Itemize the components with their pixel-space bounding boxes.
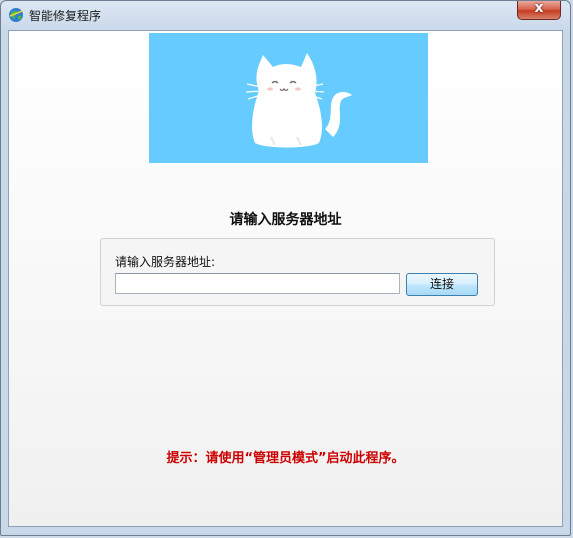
banner-image <box>149 33 428 163</box>
close-button[interactable]: x <box>517 0 561 20</box>
app-globe-icon <box>8 7 24 23</box>
server-address-label: 请输入服务器地址: <box>115 255 216 269</box>
client-area: 请输入服务器地址 请输入服务器地址: 连接 提示：请使用“管理员模式”启动此程序… <box>8 30 563 527</box>
title-bar[interactable]: 智能修复程序 x <box>1 0 570 30</box>
server-group-box: 请输入服务器地址: 连接 <box>100 238 495 306</box>
window-title: 智能修复程序 <box>29 9 102 23</box>
cat-illustration <box>245 53 352 148</box>
main-window: 智能修复程序 x 请输入服务器地址 请输入服务器地址: 连接 提示：请使用“管理… <box>0 0 571 536</box>
window-bottom-edge <box>8 527 563 535</box>
page-heading: 请输入服务器地址 <box>229 212 342 228</box>
connect-button[interactable]: 连接 <box>406 273 478 296</box>
close-icon: x <box>534 0 544 16</box>
server-address-input[interactable] <box>115 273 400 294</box>
admin-mode-hint: 提示：请使用“管理员模式”启动此程序。 <box>166 451 405 466</box>
